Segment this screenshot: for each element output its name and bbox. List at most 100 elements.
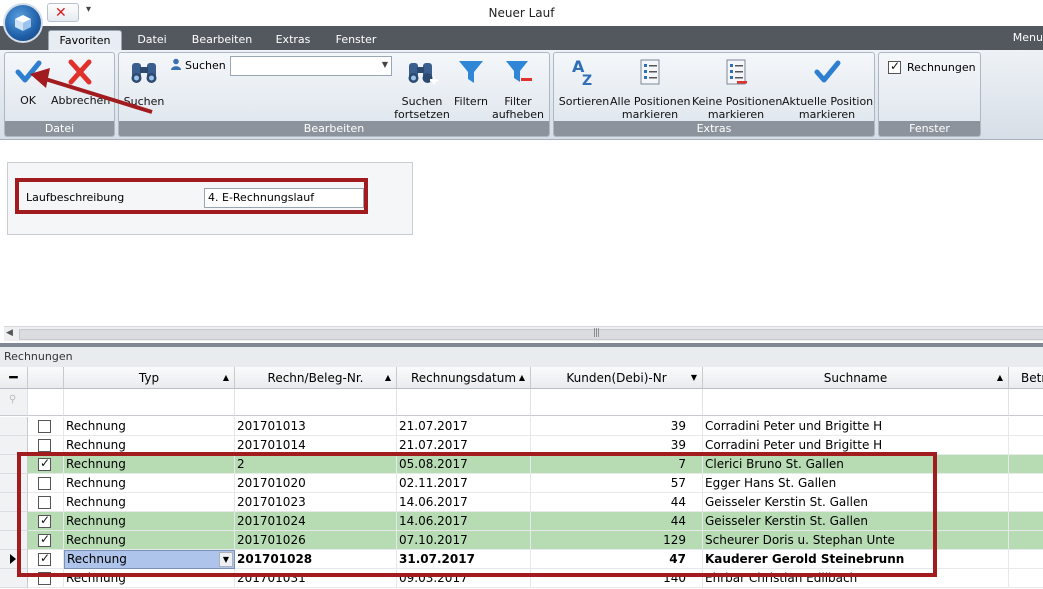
row-checkbox[interactable] [38, 572, 51, 585]
cell-datum[interactable]: 14.06.2017 [397, 493, 531, 512]
laufbeschreibung-input[interactable]: 4. E-Rechnungslauf [204, 188, 364, 208]
cell-betrag[interactable] [1009, 455, 1043, 474]
cell-suchname[interactable]: Geisseler Kerstin St. Gallen [703, 512, 1009, 531]
menu-label[interactable]: Menu [1013, 31, 1043, 44]
row-selector[interactable] [0, 417, 28, 436]
scroll-left-icon[interactable]: ◀ [6, 328, 13, 338]
column-header-betrag[interactable]: Betr [1009, 367, 1043, 389]
cell-datum[interactable]: 21.07.2017 [397, 436, 531, 455]
cell-datum[interactable]: 14.06.2017 [397, 512, 531, 531]
cell-nr[interactable]: 201701013 [235, 417, 397, 436]
cell-betrag[interactable] [1009, 417, 1043, 436]
table-row[interactable]: Rechnung 201701023 14.06.2017 44 Geisseler K… [0, 493, 1043, 512]
tab-datei[interactable]: Datei [128, 30, 176, 50]
cell-kunde[interactable]: 44 [531, 512, 703, 531]
column-header-check[interactable] [28, 367, 64, 389]
cell-betrag[interactable] [1009, 512, 1043, 531]
cell-nr[interactable]: 2 [235, 455, 397, 474]
cell-suchname[interactable]: Clerici Bruno St. Gallen [703, 455, 1009, 474]
suchen-fortsetzen-button[interactable]: Suchen fortsetzen [393, 57, 451, 121]
cell-kunde[interactable]: 39 [531, 417, 703, 436]
rechnungen-toggle[interactable]: Rechnungen [888, 59, 976, 74]
cell-kunde[interactable]: 47 [531, 550, 703, 569]
filter-aufheben-button[interactable]: Filter aufheben [491, 57, 545, 121]
filtern-button[interactable]: Filtern [453, 57, 489, 108]
chevron-down-icon[interactable]: ▼ [219, 552, 233, 567]
cell-kunde[interactable]: 140 [531, 569, 703, 588]
aktuelle-position-markieren-button[interactable]: Aktuelle Position markieren [782, 57, 873, 121]
table-row[interactable]: Rechnung 201701020 02.11.2017 57 Egger Hans … [0, 474, 1043, 493]
cell-suchname[interactable]: Ehrbar Christian Edlibach [703, 569, 1009, 588]
row-selector[interactable] [0, 569, 28, 588]
cell-datum[interactable]: 02.11.2017 [397, 474, 531, 493]
cell-suchname[interactable]: Corradini Peter und Brigitte H [703, 436, 1009, 455]
chevron-down-icon[interactable]: ▼ [382, 60, 388, 69]
filter-cell-typ[interactable] [64, 389, 235, 416]
column-header-suchname[interactable]: Suchname ▲ [703, 367, 1009, 389]
cell-typ[interactable]: Rechnung [64, 436, 235, 455]
row-checkbox[interactable] [38, 551, 51, 566]
cell-suchname[interactable]: Kauderer Gerold Steinebrunn [703, 550, 1009, 569]
row-checkbox[interactable] [38, 532, 51, 547]
cell-nr[interactable]: 201701024 [235, 512, 397, 531]
cell-datum[interactable]: 07.10.2017 [397, 531, 531, 550]
row-checkbox[interactable] [38, 439, 51, 452]
cell-typ[interactable]: Rechnung [64, 569, 235, 588]
cell-typ[interactable]: Rechnung [64, 512, 235, 531]
cell-nr[interactable]: 201701031 [235, 569, 397, 588]
cell-kunde[interactable]: 57 [531, 474, 703, 493]
column-header-nr[interactable]: Rechn/Beleg-Nr. ▲ [235, 367, 397, 389]
cell-typ[interactable]: Rechnung [64, 474, 235, 493]
sortieren-button[interactable]: A Z Sortieren [558, 57, 610, 108]
column-header-typ[interactable]: Typ ▲ [64, 367, 235, 389]
filter-cell-check[interactable] [28, 389, 64, 416]
tab-bearbeiten[interactable]: Bearbeiten [186, 30, 258, 50]
row-selector[interactable] [0, 474, 28, 493]
filter-cell-suchname[interactable] [703, 389, 1009, 416]
keine-positionen-markieren-button[interactable]: Keine Positionen markieren [692, 57, 782, 121]
cell-betrag[interactable] [1009, 569, 1043, 588]
table-row[interactable]: Rechnung205.08.20177Clerici Bruno St. Ga… [0, 455, 1043, 474]
cell-betrag[interactable] [1009, 531, 1043, 550]
cell-betrag[interactable] [1009, 436, 1043, 455]
cell-typ[interactable]: Rechnung [64, 455, 235, 474]
cell-kunde[interactable]: 129 [531, 531, 703, 550]
table-row[interactable]: Rechnung20170102414.06.201744Geisseler K… [0, 512, 1043, 531]
row-checkbox[interactable] [38, 456, 51, 471]
row-selector[interactable] [0, 550, 28, 569]
cell-suchname[interactable]: Geisseler Kerstin St. Gallen [703, 493, 1009, 512]
cell-datum[interactable]: 05.08.2017 [397, 455, 531, 474]
ok-button[interactable]: OK [11, 57, 45, 107]
app-menu-button[interactable] [3, 3, 43, 43]
cell-betrag[interactable] [1009, 474, 1043, 493]
tab-favoriten[interactable]: Favoriten [48, 30, 122, 50]
cell-betrag[interactable] [1009, 493, 1043, 512]
row-selector[interactable] [0, 436, 28, 455]
cell-typ[interactable]: Rechnung [64, 493, 235, 512]
row-selector[interactable] [0, 512, 28, 531]
tab-fenster[interactable]: Fenster [328, 30, 384, 50]
cell-datum[interactable]: 09.03.2017 [397, 569, 531, 588]
table-row[interactable]: Rechnung 201701031 09.03.2017 140 Ehrbar Chr… [0, 569, 1043, 588]
column-header-datum[interactable]: Rechnungsdatum ▲ [397, 367, 531, 389]
abbrechen-button[interactable]: Abbrechen [51, 57, 110, 107]
table-row[interactable]: Rechnung 201701013 21.07.2017 39 Corradini P… [0, 417, 1043, 436]
table-row[interactable]: Rechnung 20170102831.07.201747Kauderer Ge… [0, 550, 1043, 569]
cell-datum[interactable]: 31.07.2017 [397, 550, 531, 569]
filter-cell-kunde[interactable] [531, 389, 703, 416]
cell-kunde[interactable]: 7 [531, 455, 703, 474]
table-row[interactable]: Rechnung20170102607.10.2017129Scheurer D… [0, 531, 1043, 550]
cell-nr[interactable]: 201701020 [235, 474, 397, 493]
row-checkbox[interactable] [38, 420, 51, 433]
typ-dropdown-editor[interactable]: Rechnung ▼ [64, 550, 235, 569]
cell-kunde[interactable]: 39 [531, 436, 703, 455]
row-selector[interactable] [0, 493, 28, 512]
cell-datum[interactable]: 21.07.2017 [397, 417, 531, 436]
row-selector[interactable] [0, 455, 28, 474]
filter-cell-datum[interactable] [397, 389, 531, 416]
row-selector[interactable] [0, 531, 28, 550]
row-checkbox[interactable] [38, 496, 51, 509]
cell-nr[interactable]: 201701023 [235, 493, 397, 512]
cell-betrag[interactable] [1009, 550, 1043, 569]
horizontal-scrollbar[interactable]: ◀ ||| [4, 326, 1043, 341]
